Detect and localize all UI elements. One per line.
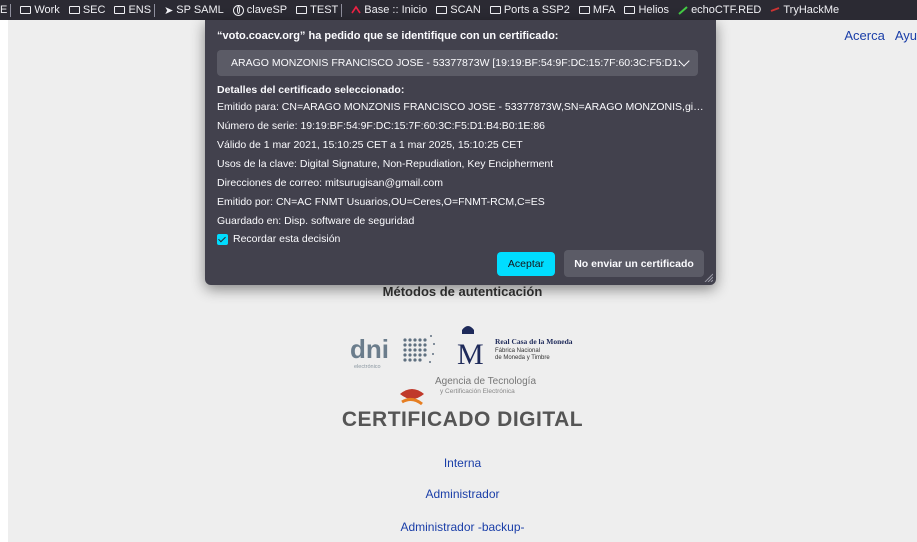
bookmark-clavesp[interactable]: claveSP <box>232 4 288 16</box>
certificate-select-value: ARAGO MONZONIS FRANCISCO JOSE - 53377873… <box>231 57 680 69</box>
fnmt-title: Real Casa de la Moneda <box>495 337 573 346</box>
bookmark-label: SP SAML <box>176 4 224 16</box>
agency-title: Agencia de Tecnología <box>435 376 536 387</box>
remember-decision[interactable]: Recordar esta decisión <box>217 233 340 245</box>
agency-icon <box>400 389 424 399</box>
agency-logo: Agencia de Tecnología y Certificación El… <box>400 376 536 406</box>
bookmark-e[interactable]: E <box>0 3 12 17</box>
top-nav: Acerca Ayu <box>844 28 917 43</box>
certificate-title: CERTIFICADO DIGITAL <box>341 408 584 431</box>
folder-icon <box>624 6 636 14</box>
resize-grip-icon[interactable] <box>704 273 713 282</box>
link-interna[interactable]: Interna <box>8 456 917 470</box>
folder-icon <box>20 6 32 14</box>
dni-sub: electrónico <box>354 364 381 370</box>
auth-methods-title: Métodos de autenticación <box>382 284 543 299</box>
dni-logo: dni electrónico <box>350 334 435 370</box>
nav-help-link[interactable]: Ayu <box>895 28 917 43</box>
remember-checkbox[interactable] <box>217 233 228 245</box>
bookmark-folder-ports[interactable]: Ports a SSP2 <box>489 4 570 16</box>
link-administrador[interactable]: Administrador <box>8 487 917 501</box>
deny-certificate-button[interactable]: No enviar un certificado <box>564 250 704 277</box>
accept-button[interactable]: Aceptar <box>497 252 555 276</box>
detail-serial: Número de serie: 19:19:BF:54:9F:DC:15:7F… <box>217 120 546 132</box>
bookmark-label: MFA <box>592 4 616 16</box>
folder-icon <box>436 6 448 14</box>
site-favicon-icon <box>771 7 780 12</box>
bookmark-base-inicio[interactable]: Base :: Inicio <box>351 4 427 16</box>
globe-icon <box>232 4 244 16</box>
bookmark-label: Helios <box>638 4 670 16</box>
detail-issued-to: Emitido para: CN=ARAGO MONZONIS FRANCISC… <box>217 101 705 113</box>
nav-about-link[interactable]: Acerca <box>844 28 884 43</box>
bookmarks-toolbar: E Work SEC ENS ➤ SP SAML claveSP TEST Bas… <box>0 0 917 20</box>
fnmt-sub2: de Moneda y Timbre <box>495 355 550 361</box>
detail-emails: Direcciones de correo: mitsurugisan@gmai… <box>217 177 443 189</box>
bookmark-label: Work <box>34 4 60 16</box>
folder-icon <box>296 6 308 14</box>
fnmt-logo: M Real Casa de la Moneda Fábrica Naciona… <box>457 326 573 371</box>
arrow-icon: ➤ <box>164 4 174 17</box>
bookmark-label: echoCTF.RED <box>691 4 762 16</box>
details-header: Detalles del certificado seleccionado: <box>217 84 405 96</box>
bookmark-folder-sec[interactable]: SEC <box>68 4 106 16</box>
bookmark-label: Base :: Inicio <box>364 4 428 16</box>
bookmark-label: ENS <box>128 4 152 16</box>
separator <box>341 3 343 17</box>
chevron-down-icon <box>678 55 690 67</box>
bookmark-label: E <box>0 4 8 16</box>
bookmark-label: SEC <box>82 4 106 16</box>
bookmark-folder-test[interactable]: TEST <box>296 3 343 17</box>
bookmark-folder-helios[interactable]: Helios <box>624 4 669 16</box>
bookmark-tryhackme[interactable]: TryHackMe <box>770 4 839 16</box>
agency-sub: y Certificación Electrónica <box>440 388 515 395</box>
fnmt-sub1: Fábrica Nacional <box>495 348 540 354</box>
bookmark-label: SCAN <box>450 4 481 16</box>
site-favicon-icon <box>678 6 688 15</box>
remember-label: Recordar esta decisión <box>233 233 341 245</box>
detail-stored-in: Guardado en: Disp. software de seguridad <box>217 215 415 227</box>
bookmark-label: TryHackMe <box>783 4 840 16</box>
certificate-request-dialog: “voto.coacv.org” ha pedido que se identi… <box>205 20 716 285</box>
dni-chip-icon <box>403 335 435 363</box>
dialog-title: “voto.coacv.org” ha pedido que se identi… <box>217 30 559 42</box>
site-favicon-icon <box>351 5 361 14</box>
bookmark-folder-mfa[interactable]: MFA <box>578 4 616 16</box>
crown-icon <box>462 326 474 334</box>
detail-issued-by: Emitido por: CN=AC FNMT Usuarios,OU=Cere… <box>217 196 545 208</box>
dni-text: dni <box>350 334 389 364</box>
bookmark-label: TEST <box>310 4 339 16</box>
bookmark-folder-scan[interactable]: SCAN <box>436 4 481 16</box>
bookmark-sp-saml[interactable]: ➤ SP SAML <box>164 4 224 17</box>
bookmark-folder-ens[interactable]: ENS <box>114 3 156 17</box>
bookmark-echoctf[interactable]: echoCTF.RED <box>678 4 761 16</box>
detail-validity: Válido de 1 mar 2021, 15:10:25 CET a 1 m… <box>217 139 523 151</box>
svg-text:M: M <box>457 338 484 371</box>
folder-icon <box>68 6 80 14</box>
detail-key-usage: Usos de la clave: Digital Signature, Non… <box>217 158 554 170</box>
bookmark-label: Ports a SSP2 <box>503 4 570 16</box>
folder-icon <box>114 6 126 14</box>
folder-icon <box>489 6 501 14</box>
separator <box>154 3 156 17</box>
folder-icon <box>578 6 590 14</box>
bookmark-folder-work[interactable]: Work <box>20 4 60 16</box>
bookmark-label: claveSP <box>246 4 288 16</box>
certificate-select[interactable]: ARAGO MONZONIS FRANCISCO JOSE - 53377873… <box>217 50 698 76</box>
link-administrador-backup[interactable]: Administrador -backup- <box>8 520 917 534</box>
separator <box>10 3 12 17</box>
certificate-details: Detalles del certificado seleccionado: E… <box>217 84 705 234</box>
